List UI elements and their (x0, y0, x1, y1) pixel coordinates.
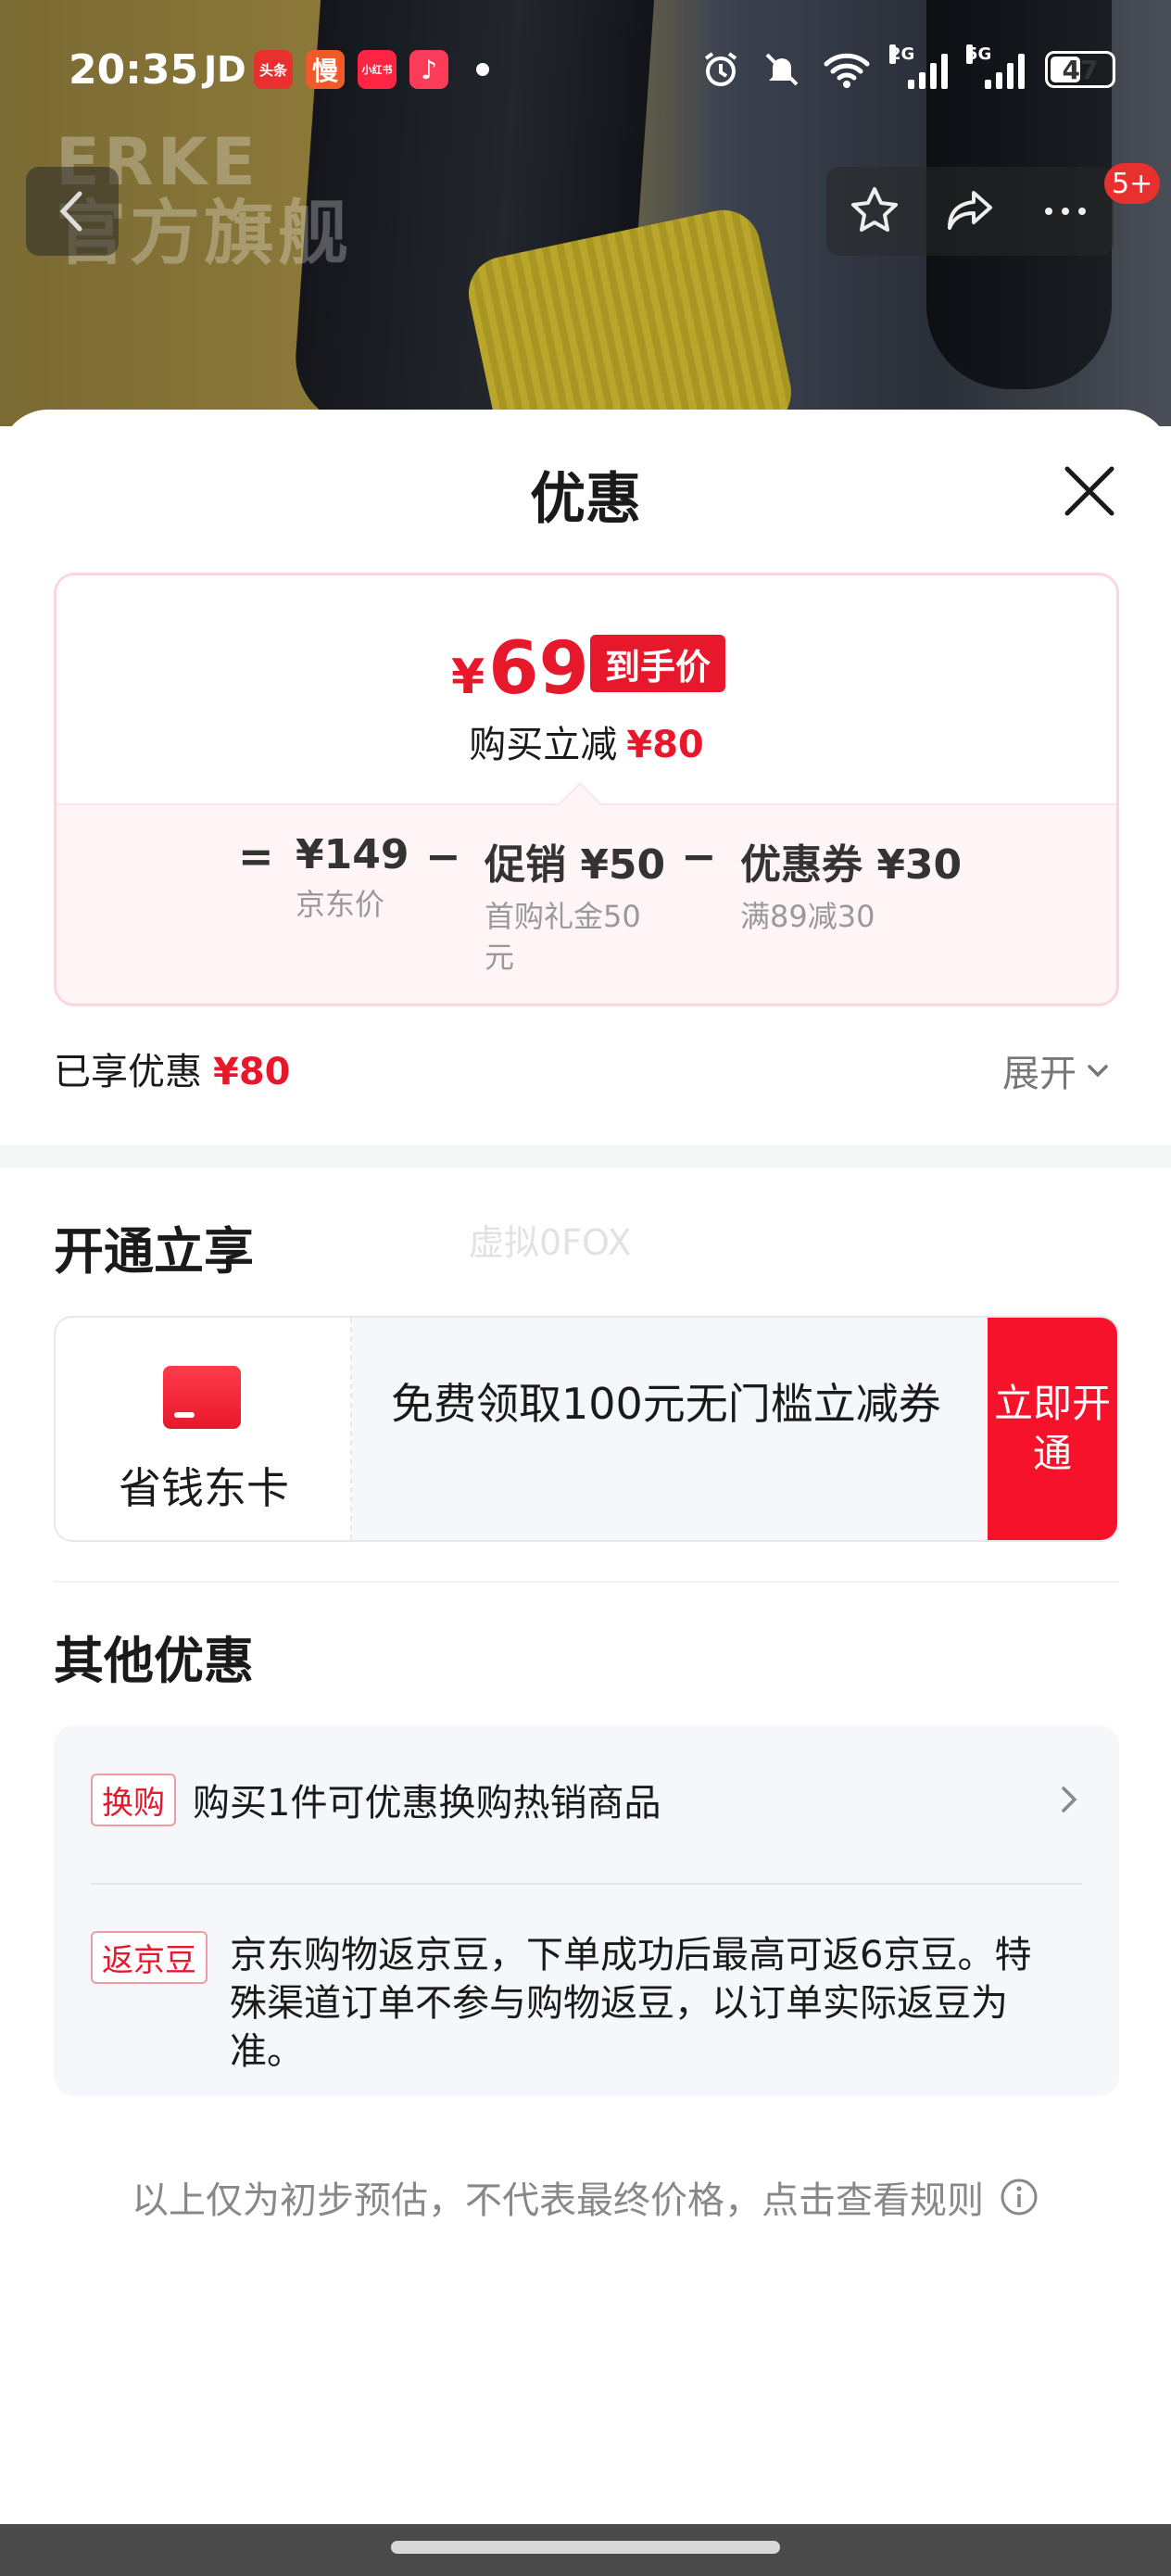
jd-price-term: ¥149 京东价 (296, 831, 409, 925)
final-price-area: ¥ 69 到手价 购买立减 ¥80 (57, 575, 1116, 803)
share-button[interactable] (933, 174, 1007, 248)
signal-2g-label: 2G (889, 44, 915, 64)
more-button[interactable] (1028, 174, 1102, 248)
share-icon (947, 191, 992, 230)
jd-price-label: 京东价 (296, 887, 385, 922)
price-formula-area: = ¥149 京东价 − 促销 ¥50 首购礼金50元 − 优惠券 ¥30 满8… (57, 803, 1116, 1004)
open-now-button[interactable]: 立即开通 (988, 1318, 1117, 1540)
expand-button[interactable]: 展开 (1002, 1043, 1112, 1097)
exchange-text: 购买1件可优惠换购热销商品 (193, 1782, 661, 1825)
favorite-button[interactable] (837, 174, 912, 248)
other-section-title: 其他优惠 (54, 1632, 254, 1690)
signal-5g-icon: 5G (966, 44, 1025, 89)
savings-card-name: 省钱东卡 (119, 1463, 289, 1513)
close-button[interactable] (1056, 458, 1123, 524)
screenshot-watermark: 虚拟0FOX (469, 1222, 632, 1263)
enjoyed-amount: ¥80 (213, 1051, 291, 1093)
coupon-desc: 满89减30 (740, 899, 875, 934)
coupon-value: 优惠券 ¥30 (740, 841, 963, 889)
list-separator (91, 1883, 1082, 1885)
price-breakdown-card: ¥ 69 到手价 购买立减 ¥80 = ¥149 京东价 − 促销 ¥50 首购礼… (54, 573, 1119, 1006)
mute-icon (765, 53, 799, 86)
notification-dot (476, 63, 489, 76)
sheet-title: 优惠 (530, 467, 641, 532)
jingdou-text: 京东购物返京豆，下单成功后最高可返6京豆。特殊渠道订单不参与购物返豆，以订单实际… (230, 1934, 1032, 2073)
message-badge[interactable]: 5+ (1104, 163, 1161, 204)
open-section-title: 开通立享 (54, 1222, 254, 1281)
promo-value: 促销 ¥50 (485, 841, 666, 889)
exchange-tag: 换购 (91, 1773, 176, 1826)
equals-sign: = (238, 831, 274, 881)
jd-price-value: ¥149 (296, 831, 409, 878)
promo-term: 促销 ¥50 首购礼金50元 (485, 831, 666, 978)
more-icon (1045, 208, 1087, 215)
close-icon (1064, 466, 1114, 516)
toutiao-app-icon: 头条 (254, 50, 293, 89)
star-icon (850, 187, 898, 232)
info-icon (1001, 2178, 1038, 2216)
discount-sheet: 优惠 ¥ 69 到手价 购买立减 ¥80 = ¥149 京东价 − 促销 ¥50… (0, 410, 1171, 2576)
price-formula: = ¥149 京东价 − 促销 ¥50 首购礼金50元 − 优惠券 ¥30 满8… (57, 831, 1116, 998)
enjoyed-label: 已享优惠 (54, 1051, 202, 1093)
wifi-icon (824, 53, 870, 88)
xiaohongshu-app-icon: 小红书 (358, 50, 397, 89)
savings-card-info: 省钱东卡 (56, 1318, 352, 1540)
final-price: ¥ 69 (451, 627, 589, 711)
music-app-icon: ♪ (409, 50, 448, 89)
reduce-label: 购买立减 (469, 724, 618, 766)
promo-desc: 首购礼金50元 (485, 899, 641, 975)
other-discounts-list: 换购 购买1件可优惠换购热销商品 返京豆 京东购物返京豆，下单成功后最高可返6京… (54, 1725, 1119, 2096)
savings-card-description: 免费领取100元无门槛立减券 (391, 1379, 941, 1429)
enjoyed-discount: 已享优惠 ¥80 (54, 1042, 291, 1095)
reduce-amount: ¥80 (626, 724, 704, 766)
signal-5g-label: 5G (966, 44, 992, 64)
status-time: 20:35 (69, 45, 199, 94)
status-right-group: 2G 5G 47 (700, 44, 1115, 90)
final-price-value: 69 (488, 627, 589, 711)
minus-sign-1: − (425, 831, 461, 881)
coupon-term: 优惠券 ¥30 满89减30 (740, 831, 962, 937)
jingdou-tag: 返京豆 (91, 1931, 208, 1984)
rules-link[interactable]: 以上仅为初步预估，不代表最终价格，点击查看规则 (0, 2170, 1171, 2224)
credit-card-icon (163, 1366, 241, 1429)
nav-actions (826, 167, 1114, 256)
battery-level: 47 (1062, 54, 1099, 85)
thin-divider (54, 1581, 1119, 1583)
status-carrier: JD (204, 49, 246, 90)
chevron-left-icon (59, 191, 82, 232)
chevron-right-icon (1062, 1787, 1077, 1812)
final-price-tag: 到手价 (590, 635, 726, 692)
chevron-down-icon (1088, 1065, 1108, 1078)
minus-sign-2: − (681, 831, 717, 881)
alarm-icon (704, 52, 737, 86)
status-bar: 20:35 JD 头条 慢 小红书 ♪ 2G 5G 47 (0, 37, 1171, 102)
expand-label: 展开 (1002, 1053, 1077, 1095)
savings-card-offer[interactable]: 省钱东卡 免费领取100元无门槛立减券 立即开通 (54, 1316, 1119, 1542)
section-divider (0, 1145, 1171, 1168)
reduce-line: 购买立减 ¥80 (57, 714, 1116, 768)
home-indicator[interactable] (391, 2541, 780, 2554)
man-app-icon: 慢 (306, 50, 345, 89)
back-button[interactable] (26, 167, 119, 256)
signal-2g-icon: 2G (889, 44, 948, 89)
battery-icon: 47 (1045, 51, 1115, 88)
list-item-exchange[interactable]: 换购 购买1件可优惠换购热销商品 (91, 1770, 1082, 1829)
footer-note-text: 以上仅为初步预估，不代表最终价格，点击查看规则 (132, 2179, 984, 2222)
final-price-currency: ¥ (451, 650, 485, 705)
